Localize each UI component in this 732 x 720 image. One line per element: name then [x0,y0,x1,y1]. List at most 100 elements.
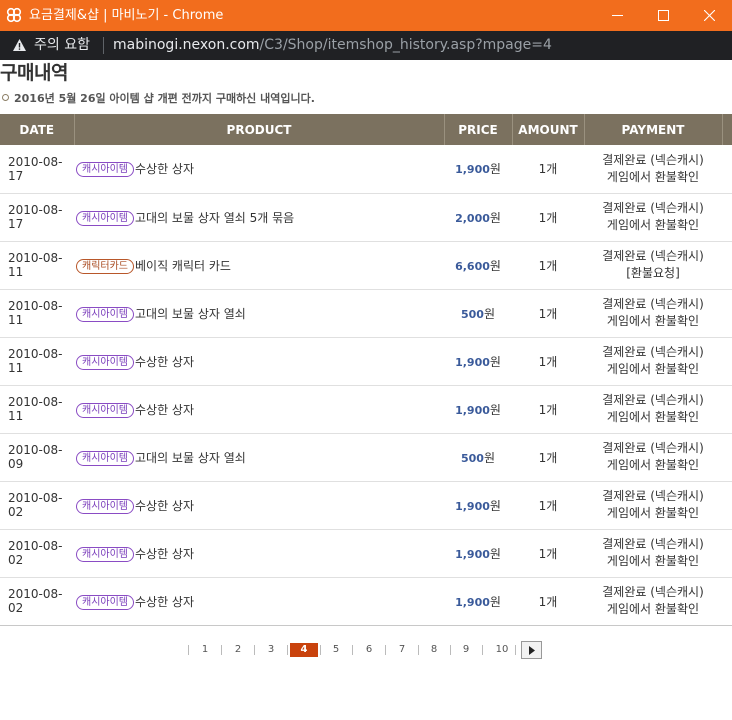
currency-suffix: 원 [489,594,501,609]
row-price: 1,900원 [444,481,512,530]
currency-suffix: 원 [489,546,501,561]
bullet-ring-icon [2,94,9,101]
row-spacer [722,529,732,578]
close-button[interactable] [686,0,732,31]
row-amount: 1개 [512,193,584,242]
page-link-1[interactable]: 1 [190,641,220,659]
row-date: 2010-08-02 [0,529,74,578]
price-value: 6,600 [455,259,490,273]
row-spacer [722,577,732,626]
price-value: 500 [460,307,484,321]
row-payment: 결제완료 (넥슨캐시) 게임에서 환불확인 [584,577,722,626]
page-link-8[interactable]: 8 [419,641,449,659]
address-bar[interactable]: 주의 요함 mabinogi.nexon.com/C3/Shop/itemsho… [0,31,732,60]
price-value: 1,900 [455,403,490,417]
row-date: 2010-08-09 [0,433,74,482]
product-name[interactable]: 베이직 캐릭터 카드 [135,259,231,273]
warning-icon[interactable] [12,38,27,52]
row-product: 캐시아이템 수상한 상자 [74,481,444,530]
row-date: 2010-08-02 [0,481,74,530]
page-link-7[interactable]: 7 [387,641,417,659]
row-spacer [722,337,732,386]
product-name[interactable]: 수상한 상자 [135,499,194,513]
row-amount: 1개 [512,145,584,194]
currency-suffix: 원 [489,498,501,513]
refund-status[interactable]: [환불요청] [584,265,722,282]
price-value: 1,900 [455,355,490,369]
page-link-2[interactable]: 2 [223,641,253,659]
product-name[interactable]: 고대의 보물 상자 열쇠 [135,451,246,465]
row-date: 2010-08-11 [0,337,74,386]
page-link-5[interactable]: 5 [321,641,351,659]
refund-status: 게임에서 환불확인 [606,314,700,328]
row-date: 2010-08-17 [0,193,74,242]
row-payment: 결제완료 (넥슨캐시) 게임에서 환불확인 [584,385,722,434]
page-link-3[interactable]: 3 [256,641,286,659]
page-current-4[interactable]: 4 [290,643,318,657]
security-warning-label[interactable]: 주의 요함 [34,31,90,60]
payment-status: 결제완료 (넥슨캐시) [602,585,704,599]
pagination: 1 2 3 4 5 6 7 8 9 10 [0,641,732,659]
play-arrow-icon [528,645,535,655]
payment-status: 결제완료 (넥슨캐시) [602,297,704,311]
price-value: 500 [460,451,484,465]
url-path: /C3/Shop/itemshop_history.asp?mpage=4 [259,37,552,53]
page-divider [352,645,353,655]
product-name[interactable]: 고대의 보물 상자 열쇠 5개 묶음 [135,211,294,225]
page-divider [482,645,483,655]
price-value: 2,000 [455,211,490,225]
row-spacer [722,481,732,530]
product-name[interactable]: 수상한 상자 [135,355,194,369]
product-name[interactable]: 수상한 상자 [135,547,194,561]
row-spacer [722,193,732,242]
page-link-6[interactable]: 6 [354,641,384,659]
table-header-row: DATE PRODUCT PRICE AMOUNT PAYMENT [0,114,732,145]
page-subtitle: 2016년 5월 26일 아이템 샵 개편 전까지 구매하신 내역입니다. [0,90,315,106]
product-name[interactable]: 수상한 상자 [135,403,194,417]
row-date: 2010-08-02 [0,577,74,626]
refund-status: 게임에서 환불확인 [606,218,700,232]
table-row: 2010-08-02 캐시아이템 수상한 상자 1,900원 1개 결제완료 (넥슨캐시)… [0,481,732,530]
row-product: 캐시아이템 수상한 상자 [74,385,444,434]
refund-status: 게임에서 환불확인 [606,362,700,376]
column-header-payment: PAYMENT [584,114,723,145]
row-amount: 1개 [512,577,584,626]
payment-status: 결제완료 (넥슨캐시) [602,152,704,167]
product-name[interactable]: 수상한 상자 [135,595,194,609]
next-page-button[interactable] [521,641,542,659]
item-category-badge: 캐시아이템 [76,210,134,226]
row-product: 캐릭터카드 베이직 캐릭터 카드 [74,241,444,290]
item-category-badge: 캐시아이템 [76,402,134,418]
row-payment: 결제완료 (넥슨캐시) 게임에서 환불확인 [584,289,722,338]
maximize-button[interactable] [640,0,686,31]
payment-status: 결제완료 (넥슨캐시) [602,249,704,263]
row-payment: 결제완료 (넥슨캐시) 게임에서 환불확인 [584,193,722,242]
table-row: 2010-08-11 캐시아이템 고대의 보물 상자 열쇠 500원 1개 결제완료 (넥… [0,289,732,338]
item-category-badge: 캐시아이템 [76,594,134,610]
page-link-9[interactable]: 9 [451,641,481,659]
table-row: 2010-08-11 캐릭터카드 베이직 캐릭터 카드 6,600원 1개 결제완료 (넥… [0,241,732,290]
page-divider [287,645,288,655]
payment-status: 결제완료 (넥슨캐시) [602,441,704,455]
row-price: 2,000원 [444,193,512,242]
refund-status: 게임에서 환불확인 [606,169,700,184]
row-spacer [722,289,732,338]
table-row: 2010-08-11 캐시아이템 수상한 상자 1,900원 1개 결제완료 (넥슨캐시)… [0,385,732,434]
payment-status: 결제완료 (넥슨캐시) [602,393,704,407]
row-product: 캐시아이템 수상한 상자 [74,529,444,578]
item-category-badge: 캐시아이템 [76,498,134,514]
product-name[interactable]: 고대의 보물 상자 열쇠 [135,307,246,321]
row-spacer [722,385,732,434]
url-text[interactable]: mabinogi.nexon.com/C3/Shop/itemshop_hist… [113,31,552,60]
row-price: 1,900원 [444,529,512,578]
row-price: 1,900원 [444,385,512,434]
page-divider [515,645,516,655]
currency-suffix: 원 [483,450,495,465]
product-name[interactable]: 수상한 상자 [135,162,194,176]
price-value: 1,900 [455,499,490,513]
refund-status: 게임에서 환불확인 [606,602,700,616]
refund-status: 게임에서 환불확인 [606,506,700,520]
minimize-button[interactable] [594,0,640,31]
table-row: 2010-08-11 캐시아이템 수상한 상자 1,900원 1개 결제완료 (넥슨캐시)… [0,337,732,386]
page-link-10[interactable]: 10 [487,641,517,659]
